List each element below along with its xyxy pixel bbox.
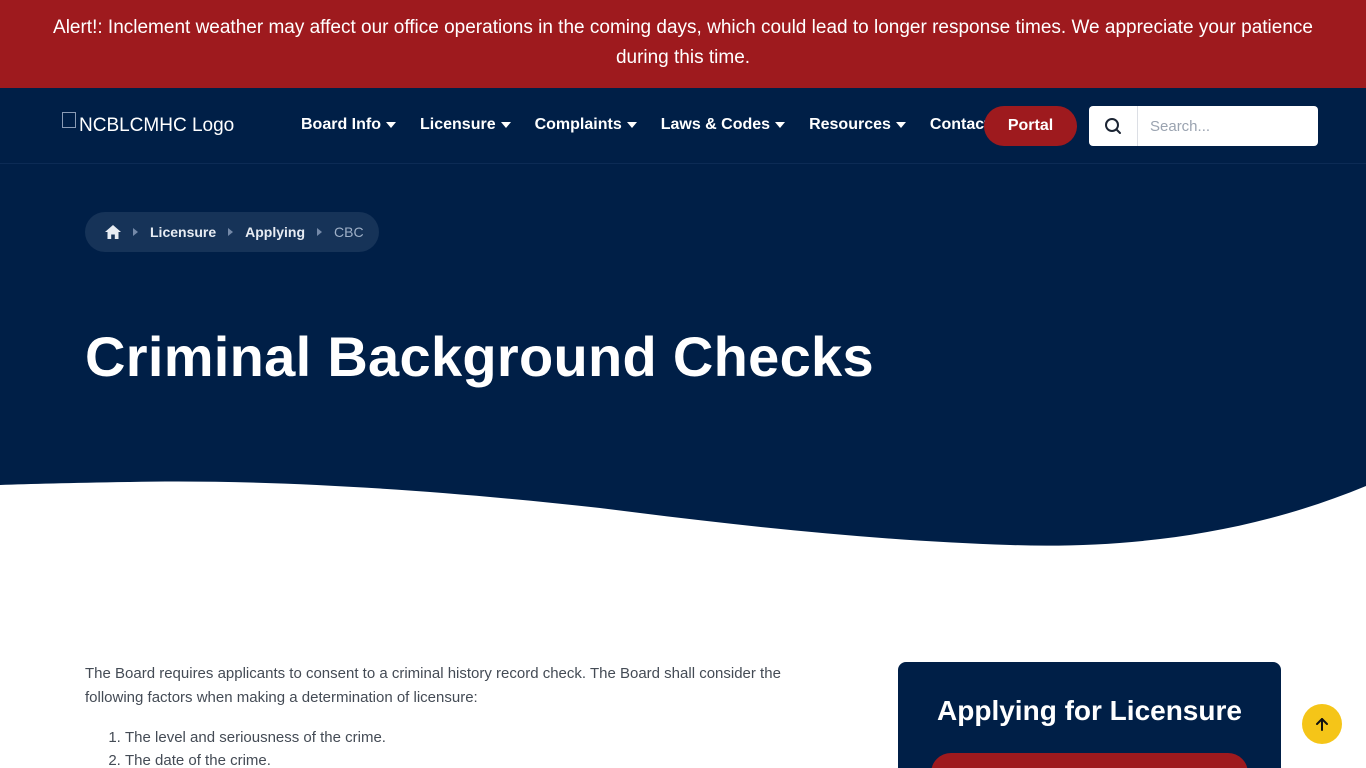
caret-down-icon	[895, 122, 906, 128]
caret-down-icon	[386, 122, 396, 128]
sidebar-button[interactable]	[931, 753, 1248, 768]
breadcrumb-licensure[interactable]: Licensure	[150, 224, 216, 240]
nav-label: Licensure	[420, 116, 496, 133]
caret-down-icon	[500, 122, 511, 128]
portal-button[interactable]: Portal	[984, 106, 1077, 146]
nav-licensure[interactable]: Licensure	[420, 116, 511, 134]
main-nav: Board Info Licensure Complaints Laws & C…	[301, 116, 989, 134]
nav-label: Board Info	[301, 116, 381, 133]
nav-label: Complaints	[534, 116, 622, 133]
search-box	[1089, 106, 1318, 146]
breadcrumb-applying[interactable]: Applying	[245, 224, 305, 240]
list-item: The level and seriousness of the crime.	[125, 726, 825, 749]
breadcrumb-separator-icon	[133, 228, 138, 236]
caret-down-icon	[626, 122, 637, 128]
nav-board-info[interactable]: Board Info	[301, 116, 396, 134]
breadcrumb-separator-icon	[317, 228, 323, 236]
page-title: Criminal Background Checks	[85, 325, 874, 388]
nav-complaints[interactable]: Complaints	[535, 116, 637, 134]
breadcrumb-current: CBC	[334, 224, 364, 240]
arrow-up-icon	[1316, 718, 1328, 731]
alert-text: Alert!: Inclement weather may affect our…	[53, 17, 1313, 68]
nav-label: Contact	[929, 116, 990, 133]
hero-section: Licensure Applying CBC Criminal Backgrou…	[0, 164, 1366, 554]
nav-label: Resources	[809, 116, 891, 133]
main-content: The Board requires applicants to consent…	[85, 662, 825, 768]
site-logo[interactable]: NCBLCMHC Logo	[62, 112, 235, 137]
broken-image-icon	[62, 112, 76, 128]
sidebar-title: Applying for Licensure	[937, 695, 1242, 726]
search-input[interactable]	[1138, 107, 1316, 145]
site-header: NCBLCMHC Logo Board Info Licensure Compl…	[0, 88, 1366, 164]
search-icon[interactable]	[1089, 106, 1138, 146]
home-icon[interactable]	[105, 225, 121, 239]
caret-down-icon	[775, 122, 786, 128]
applying-sidebar-card: Applying for Licensure	[898, 662, 1281, 768]
nav-laws-codes[interactable]: Laws & Codes	[660, 116, 786, 134]
logo-alt-text: NCBLCMHC Logo	[79, 115, 235, 136]
nav-contact[interactable]: Contact	[930, 116, 990, 134]
nav-label: Laws & Codes	[660, 116, 771, 133]
intro-paragraph: The Board requires applicants to consent…	[85, 665, 781, 706]
nav-resources[interactable]: Resources	[809, 116, 906, 134]
scroll-to-top-button[interactable]	[1302, 704, 1342, 744]
list-item: The date of the crime.	[125, 749, 825, 768]
breadcrumb: Licensure Applying CBC	[85, 212, 379, 252]
breadcrumb-separator-icon	[228, 228, 234, 236]
factors-list: The level and seriousness of the crime. …	[85, 726, 825, 768]
alert-banner: Alert!: Inclement weather may affect our…	[0, 0, 1366, 88]
